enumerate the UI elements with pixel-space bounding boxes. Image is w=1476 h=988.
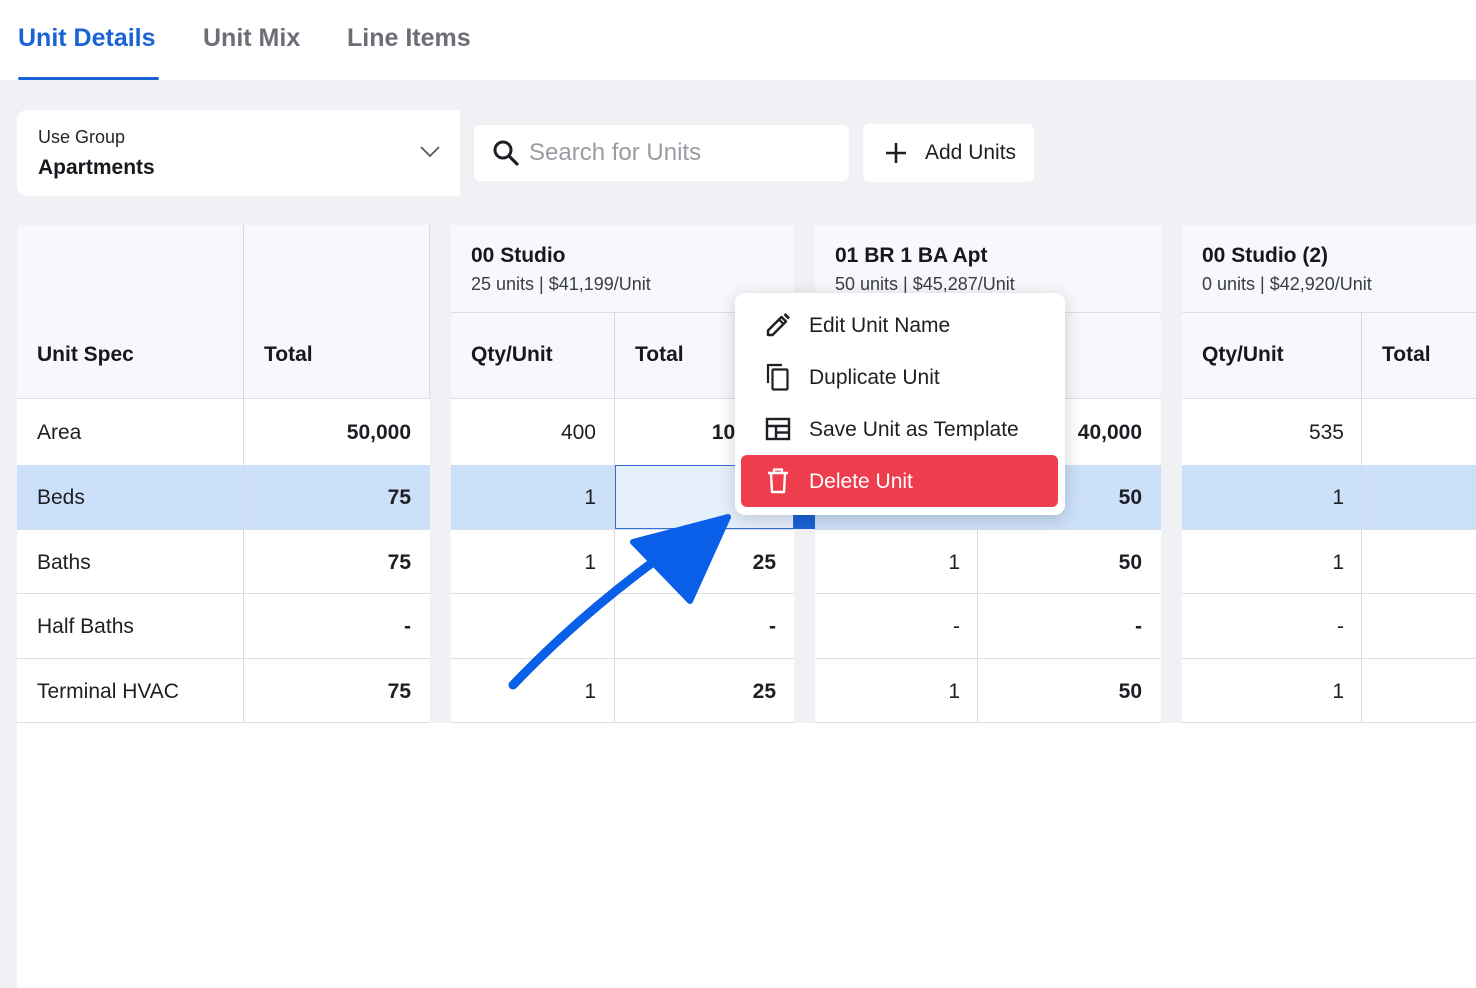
unit-name[interactable]: 01 BR 1 BA Apt [835,244,987,268]
spec-label: Terminal HVAC [37,680,179,703]
menu-item-label: Delete Unit [809,470,913,493]
search-box [474,125,849,181]
qty-cell[interactable]: 400 [451,421,596,445]
qty-cell[interactable]: 1 [1182,551,1344,575]
template-icon [765,417,791,441]
qty-cell[interactable]: 535 [1182,421,1344,445]
trash-icon [768,468,788,494]
search-input[interactable] [529,135,829,171]
unit-summary: 0 units | $42,920/Unit [1202,274,1372,294]
spec-total[interactable]: - [243,615,411,639]
unit-column-00-studio-2: 00 Studio (2) 0 units | $42,920/Unit Qty… [1182,225,1476,723]
qty-col-header: Qty/Unit [1202,343,1284,366]
use-group-label: Use Group [38,127,126,147]
unit-context-menu: Edit Unit Name Duplicate Unit Save Unit … [735,293,1065,515]
unit-name[interactable]: 00 Studio (2) [1202,244,1328,268]
qty-cell[interactable]: 1 [815,551,960,575]
menu-item-duplicate-unit[interactable]: Duplicate Unit [735,351,1065,403]
total-col-header: Total [1382,343,1431,366]
copy-icon [766,363,789,391]
active-tab-indicator [18,77,159,80]
spec-label: Half Baths [37,615,134,638]
spec-panel: Unit Spec Total Area 50,000 Beds 75 Bath… [17,225,430,723]
total-cell[interactable]: 50 [978,680,1142,704]
unit-name[interactable]: 00 Studio [471,244,566,268]
spec-total[interactable]: 75 [243,680,411,704]
unit-summary: 25 units | $41,199/Unit [471,274,651,294]
spec-label: Baths [37,551,91,574]
annotation-arrow-icon [508,514,731,690]
qty-cell[interactable]: 1 [1182,486,1344,510]
menu-item-label: Edit Unit Name [809,314,951,337]
unit-summary: 50 units | $45,287/Unit [835,274,1015,294]
spec-label: Area [37,421,82,444]
qty-cell[interactable]: 1 [815,680,960,704]
chevron-down-icon [420,146,440,158]
menu-item-edit-unit-name[interactable]: Edit Unit Name [735,299,1065,351]
spec-header [17,225,430,398]
spec-total[interactable]: 75 [243,486,411,510]
tab-unit-mix[interactable]: Unit Mix [203,24,300,53]
fill-handle[interactable] [794,513,815,529]
menu-item-delete-unit[interactable]: Delete Unit [741,455,1058,507]
use-group-select[interactable]: Use Group Apartments [17,110,460,196]
pencil-icon [766,313,790,337]
search-icon [493,140,519,166]
total-cell[interactable]: 50 [978,551,1142,575]
spec-label: Beds [37,486,85,509]
spec-col-header: Unit Spec [37,343,134,366]
qty-col-header: Qty/Unit [471,343,553,366]
menu-item-save-unit-as-template[interactable]: Save Unit as Template [735,403,1065,455]
add-units-button[interactable]: Add Units [863,124,1034,182]
use-group-value: Apartments [38,156,155,179]
menu-item-label: Duplicate Unit [809,366,940,389]
menu-item-label: Save Unit as Template [809,418,1019,441]
total-col-header: Total [635,343,684,366]
qty-cell[interactable]: 1 [1182,680,1344,704]
add-units-label: Add Units [925,141,1017,164]
plus-icon [886,143,906,163]
spec-total[interactable]: 75 [243,551,411,575]
qty-cell[interactable]: - [1182,615,1344,639]
tab-bar: Unit Details Unit Mix Line Items [0,0,1476,80]
total-cell[interactable]: - [978,615,1142,639]
table-empty-area [17,723,1476,988]
qty-cell[interactable]: - [815,615,960,639]
spec-total[interactable]: 50,000 [243,421,411,445]
total-col-header: Total [264,343,313,366]
tab-line-items[interactable]: Line Items [347,24,471,53]
tab-unit-details[interactable]: Unit Details [18,24,156,53]
